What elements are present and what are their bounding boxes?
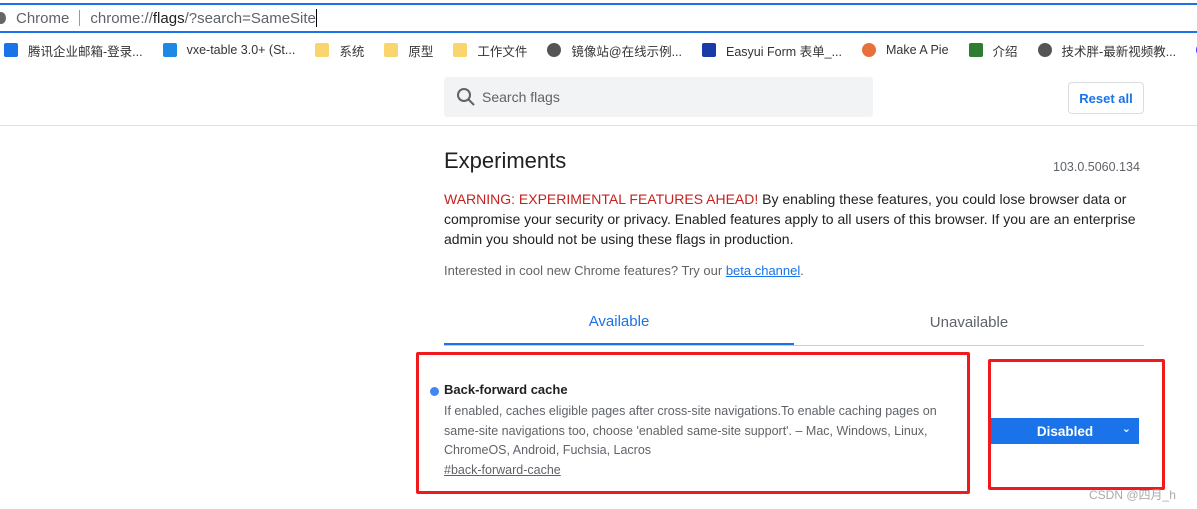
site-chip: Chrome <box>16 9 70 27</box>
folder-icon <box>384 43 399 57</box>
bookmark-item[interactable]: 工作文件 <box>453 41 527 60</box>
folder-icon <box>315 43 330 57</box>
search-placeholder: Search flags <box>482 89 560 105</box>
divider <box>79 10 81 26</box>
bookmark-label: 工作文件 <box>477 44 528 59</box>
text-caret <box>315 9 317 27</box>
flag-description: If enabled, caches eligible pages after … <box>444 404 937 457</box>
chart-icon <box>968 43 983 57</box>
bookmark-item[interactable]: 镜像站@在线示例... <box>547 41 682 60</box>
flag-anchor-link[interactable]: #back-forward-cache <box>444 463 960 477</box>
bookmark-item[interactable]: Make A Pie <box>861 43 949 57</box>
bookmark-label: 腾讯企业邮箱-登录... <box>28 44 143 59</box>
bookmark-item[interactable]: vxe-table 3.0+ (St... <box>162 43 296 57</box>
bookmark-label: 介绍 <box>992 44 1018 59</box>
tabs: Available Unavailable <box>444 300 1144 346</box>
bookmark-label: 镜像站@在线示例... <box>571 44 682 59</box>
beta-channel-link[interactable]: beta channel <box>726 263 800 278</box>
bookmark-label: 系统 <box>339 44 365 59</box>
reset-all-button[interactable]: Reset all <box>1068 82 1144 114</box>
flag-state-select[interactable]: Disabled ⌄ <box>991 418 1139 444</box>
tab-unavailable[interactable]: Unavailable <box>794 300 1144 345</box>
warning-text: WARNING: EXPERIMENTAL FEATURES AHEAD! By… <box>444 191 1136 247</box>
bookmark-item[interactable]: 系统 <box>315 41 364 60</box>
chrome-icon <box>0 12 6 24</box>
chevron-down-icon: ⌄ <box>1121 423 1131 435</box>
flag-indicator-dot <box>430 387 439 396</box>
url-text[interactable]: chrome://flags/?search=SameSite <box>90 10 316 27</box>
bookmark-label: 原型 <box>408 44 434 59</box>
bookmark-label: Make A Pie <box>885 43 949 57</box>
bookmark-item[interactable]: 腾讯企业邮箱-登录... <box>4 41 143 60</box>
version: 103.0.5060.134 <box>1053 160 1140 174</box>
folder-icon <box>453 43 468 57</box>
pie-icon <box>861 43 876 57</box>
globe-icon <box>547 43 562 57</box>
select-value: Disabled <box>1036 423 1094 439</box>
tencent-mail-icon <box>4 43 18 57</box>
beta-info: Interested in cool new Chrome features? … <box>444 263 804 278</box>
bookmark-label: Easyui Form 表单_... <box>725 44 842 59</box>
bookmark-item[interactable]: 原型 <box>384 41 433 60</box>
globe-icon <box>1037 43 1052 57</box>
flag-item: Back-forward cache If enabled, caches el… <box>430 382 960 477</box>
bookmark-label: 技术胖-最新视频教... <box>1061 44 1177 59</box>
flag-title: Back-forward cache <box>444 382 568 397</box>
bookmark-label: vxe-table 3.0+ (St... <box>186 43 296 57</box>
search-input[interactable]: Search flags <box>444 77 873 117</box>
bookmarks-bar: 腾讯企业邮箱-登录... vxe-table 3.0+ (St... 系统 原型 工作文… <box>0 38 1197 62</box>
tab-available[interactable]: Available <box>444 300 794 345</box>
watermark: CSDN @四月_h <box>1089 488 1176 502</box>
flags-header: Search flags Reset all <box>0 68 1197 126</box>
bookmark-item[interactable]: Easyui Form 表单_... <box>701 41 842 60</box>
bookmark-item[interactable]: 技术胖-最新视频教... <box>1037 41 1177 60</box>
vxe-icon <box>162 43 177 57</box>
search-icon <box>457 88 475 106</box>
address-bar[interactable]: Chrome chrome://flags/?search=SameSite <box>0 3 1197 33</box>
easyui-icon <box>701 43 716 57</box>
bookmark-item[interactable]: 介绍 <box>968 41 1018 60</box>
page-title: Experiments <box>444 148 567 173</box>
